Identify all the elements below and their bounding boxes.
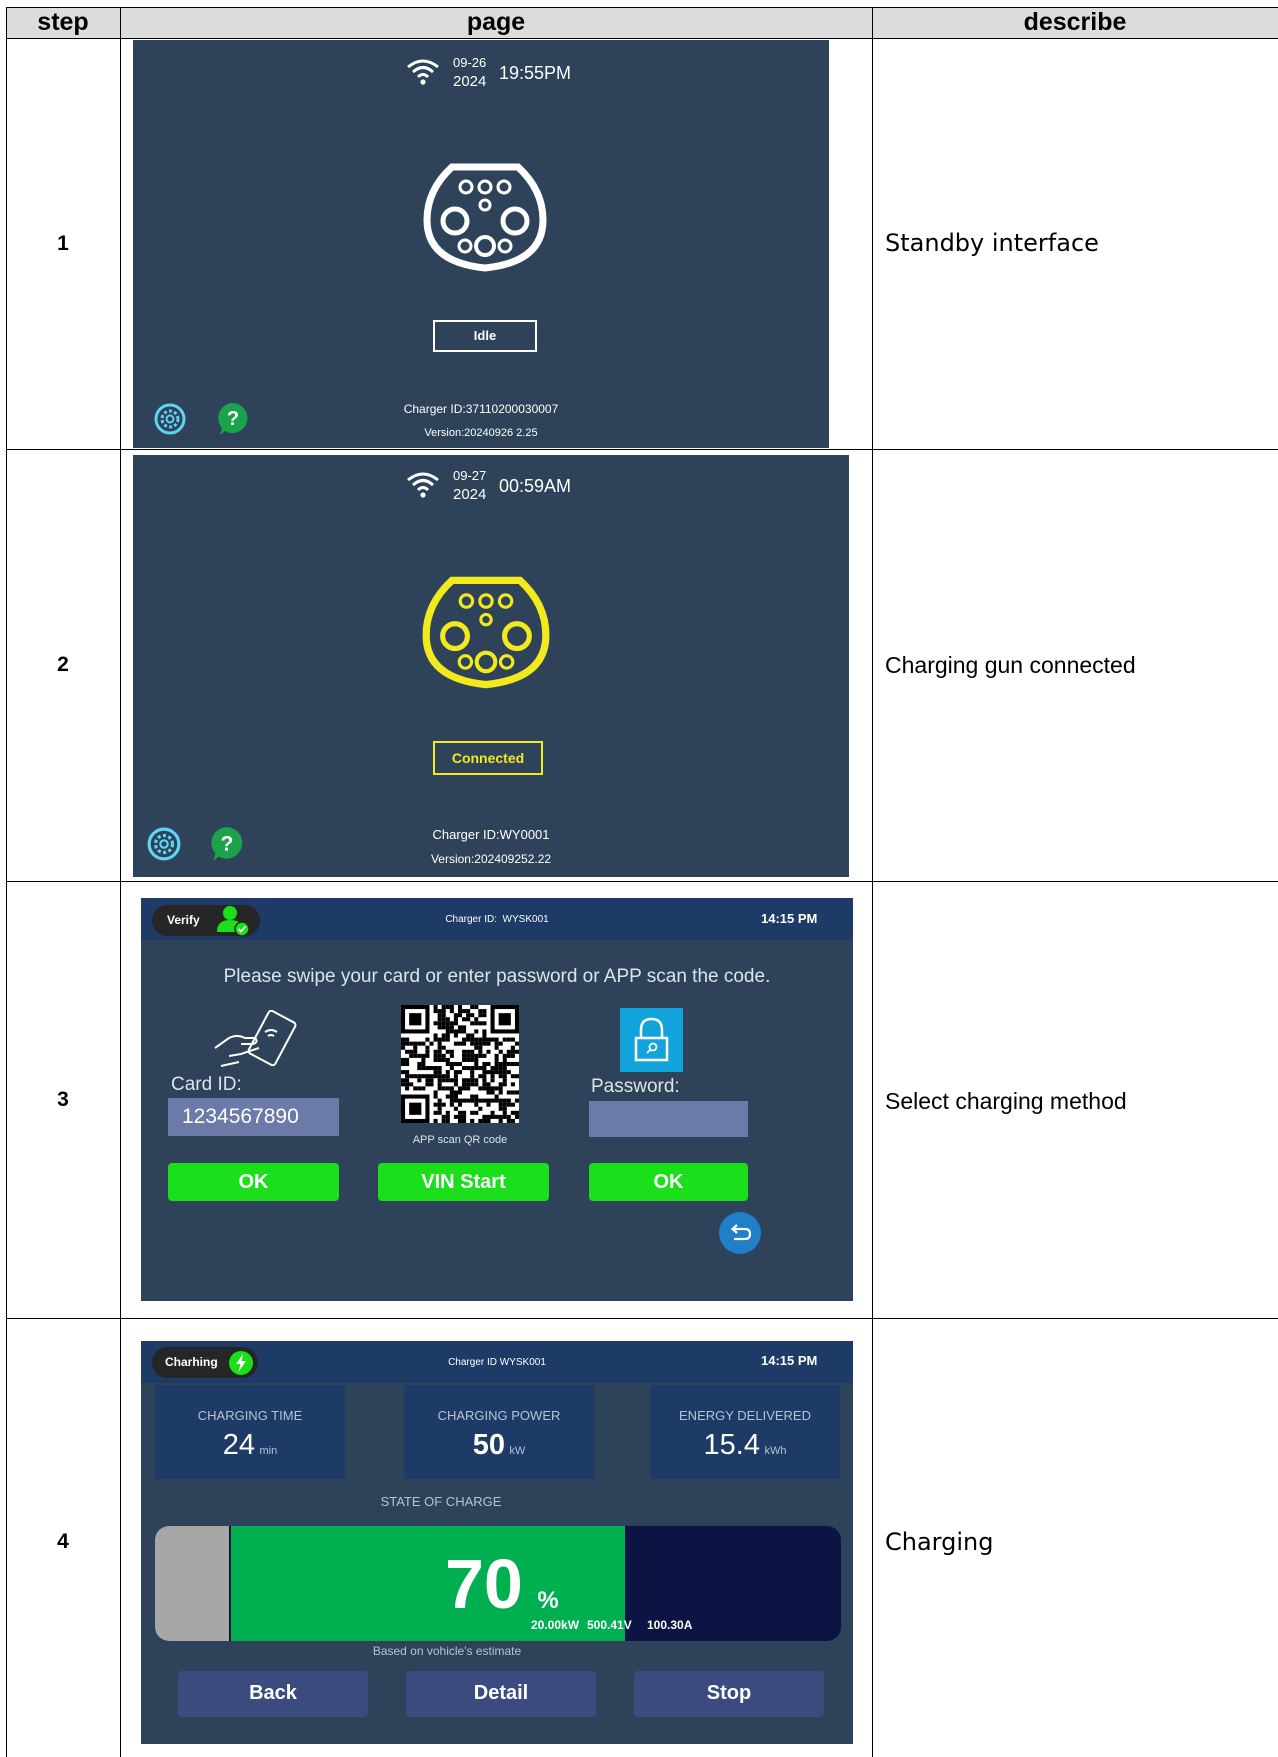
table-border bbox=[6, 38, 1278, 39]
back-button[interactable]: Back bbox=[178, 1671, 368, 1717]
soc-bar-tip bbox=[155, 1526, 229, 1641]
status-box: Connected bbox=[433, 741, 543, 775]
status-label: Connected bbox=[451, 750, 525, 766]
table-border bbox=[120, 7, 121, 1757]
password-input[interactable] bbox=[589, 1101, 748, 1137]
table-border bbox=[6, 1318, 1278, 1319]
verify-screen: Verify Charger ID: WYSK001 14:15 PM Plea… bbox=[141, 898, 853, 1301]
charging-time-value: 24 min bbox=[155, 1429, 345, 1462]
value: 50 bbox=[472, 1429, 505, 1461]
table-border bbox=[6, 7, 7, 1757]
header-step: step bbox=[37, 8, 89, 36]
step-description: Standby interface bbox=[885, 229, 1099, 257]
unit: kW bbox=[509, 1445, 526, 1457]
date: 09-26 bbox=[453, 55, 487, 70]
value: 15.4 bbox=[703, 1429, 760, 1461]
charging-time-label: CHARGING TIME bbox=[197, 1408, 303, 1423]
soc-bar: 70 % 20.00kW 500.41V 100.30A bbox=[155, 1526, 841, 1641]
unit: min bbox=[259, 1445, 278, 1457]
header-cell-page: page bbox=[120, 7, 872, 38]
table-border bbox=[6, 7, 1278, 8]
charger-id: Charger ID:WY0001 bbox=[432, 827, 550, 842]
power-reading: 20.00kW bbox=[531, 1618, 580, 1632]
wifi-icon bbox=[407, 472, 439, 498]
stop-button[interactable]: Stop bbox=[634, 1671, 824, 1717]
step-description: Charging gun connected bbox=[885, 652, 1136, 678]
connected-screen: 09-27 2024 00:59AM Connected ? Charger I… bbox=[133, 455, 849, 877]
header-describe: describe bbox=[1023, 8, 1127, 36]
vin-start-button[interactable]: VIN Start bbox=[378, 1163, 549, 1201]
soc-unit: % bbox=[537, 1587, 559, 1614]
step-number: 1 bbox=[57, 232, 69, 255]
qr-caption: APP scan QR code bbox=[412, 1134, 508, 1146]
password-label: Password: bbox=[591, 1076, 680, 1097]
soc-value: 70 % bbox=[445, 1544, 559, 1624]
charger-id: Charger ID:37110200030007 bbox=[403, 402, 559, 416]
unit: kWh bbox=[764, 1445, 787, 1457]
charging-power-label: CHARGING POWER bbox=[437, 1408, 561, 1423]
clock: 19:55PM bbox=[499, 63, 572, 83]
soc-label: STATE OF CHARGE bbox=[380, 1494, 502, 1509]
charging-power-value: 50 kW bbox=[404, 1429, 594, 1462]
status-label: Idle bbox=[473, 328, 497, 343]
qr-code[interactable] bbox=[401, 1005, 519, 1123]
qr-code-image bbox=[401, 1005, 519, 1123]
charging-power-panel: CHARGING POWER 50 kW bbox=[404, 1385, 594, 1479]
lock-icon bbox=[634, 1017, 669, 1062]
standby-screen: 09-26 2024 19:55PM Idle ? Charger ID:371… bbox=[133, 40, 829, 448]
table-border bbox=[6, 449, 1278, 450]
card-ok-button[interactable]: OK bbox=[168, 1163, 339, 1201]
header-cell-step: step bbox=[6, 7, 120, 38]
energy-delivered-value: 15.4 kWh bbox=[650, 1429, 840, 1462]
version: Version:20240926 2.25 bbox=[424, 427, 538, 439]
charging-screen: Charhing Charger ID WYSK001 14:15 PM CHA… bbox=[141, 1341, 853, 1744]
header-page: page bbox=[466, 8, 526, 36]
energy-delivered-label: ENERGY DELIVERED bbox=[679, 1408, 811, 1423]
step-number: 3 bbox=[57, 1088, 69, 1111]
table-border bbox=[872, 7, 873, 1757]
date: 09-27 bbox=[453, 468, 487, 483]
document: step page describe 1 2 3 4 Standby inter… bbox=[0, 0, 1278, 1757]
version: Version:202409252.22 bbox=[430, 852, 552, 866]
header-cell-describe: describe bbox=[872, 7, 1278, 38]
estimate-note: Based on vohicle's estimate bbox=[372, 1644, 522, 1658]
password-lock-tile bbox=[620, 1008, 683, 1072]
card-id-input[interactable]: 1234567890 bbox=[168, 1098, 339, 1136]
card-id-label: Card ID: bbox=[171, 1074, 242, 1095]
energy-delivered-panel: ENERGY DELIVERED 15.4 kWh bbox=[650, 1385, 840, 1479]
charging-connector-icon bbox=[423, 163, 547, 272]
instruction-prompt: Please swipe your card or enter password… bbox=[223, 966, 771, 987]
step-number: 2 bbox=[57, 653, 69, 676]
card-swipe-icon bbox=[214, 1009, 297, 1067]
charging-connector-icon bbox=[422, 576, 550, 689]
detail-button[interactable]: Detail bbox=[406, 1671, 596, 1717]
password-ok-button[interactable]: OK bbox=[589, 1163, 748, 1201]
clock: 00:59AM bbox=[499, 476, 572, 496]
current-reading: 100.30A bbox=[647, 1618, 693, 1632]
charging-time-panel: CHARGING TIME 24 min bbox=[155, 1385, 345, 1479]
year: 2024 bbox=[453, 486, 487, 503]
table-border bbox=[6, 881, 1278, 882]
step-description: Select charging method bbox=[885, 1088, 1127, 1114]
back-arrow-icon[interactable] bbox=[718, 1211, 762, 1255]
clock: 14:15 PM bbox=[761, 911, 818, 926]
year: 2024 bbox=[453, 73, 487, 90]
wifi-icon bbox=[407, 59, 439, 85]
step-number: 4 bbox=[57, 1530, 69, 1553]
charger-id: Charger ID: WYSK001 bbox=[445, 914, 549, 925]
status-box: Idle bbox=[433, 320, 537, 352]
soc-number: 70 bbox=[445, 1545, 523, 1623]
value: 24 bbox=[222, 1429, 256, 1461]
step-description: Charging bbox=[885, 1528, 994, 1556]
charger-id: Charger ID WYSK001 bbox=[448, 1357, 546, 1368]
voltage-reading: 500.41V bbox=[587, 1618, 632, 1632]
clock: 14:15 PM bbox=[761, 1353, 818, 1368]
